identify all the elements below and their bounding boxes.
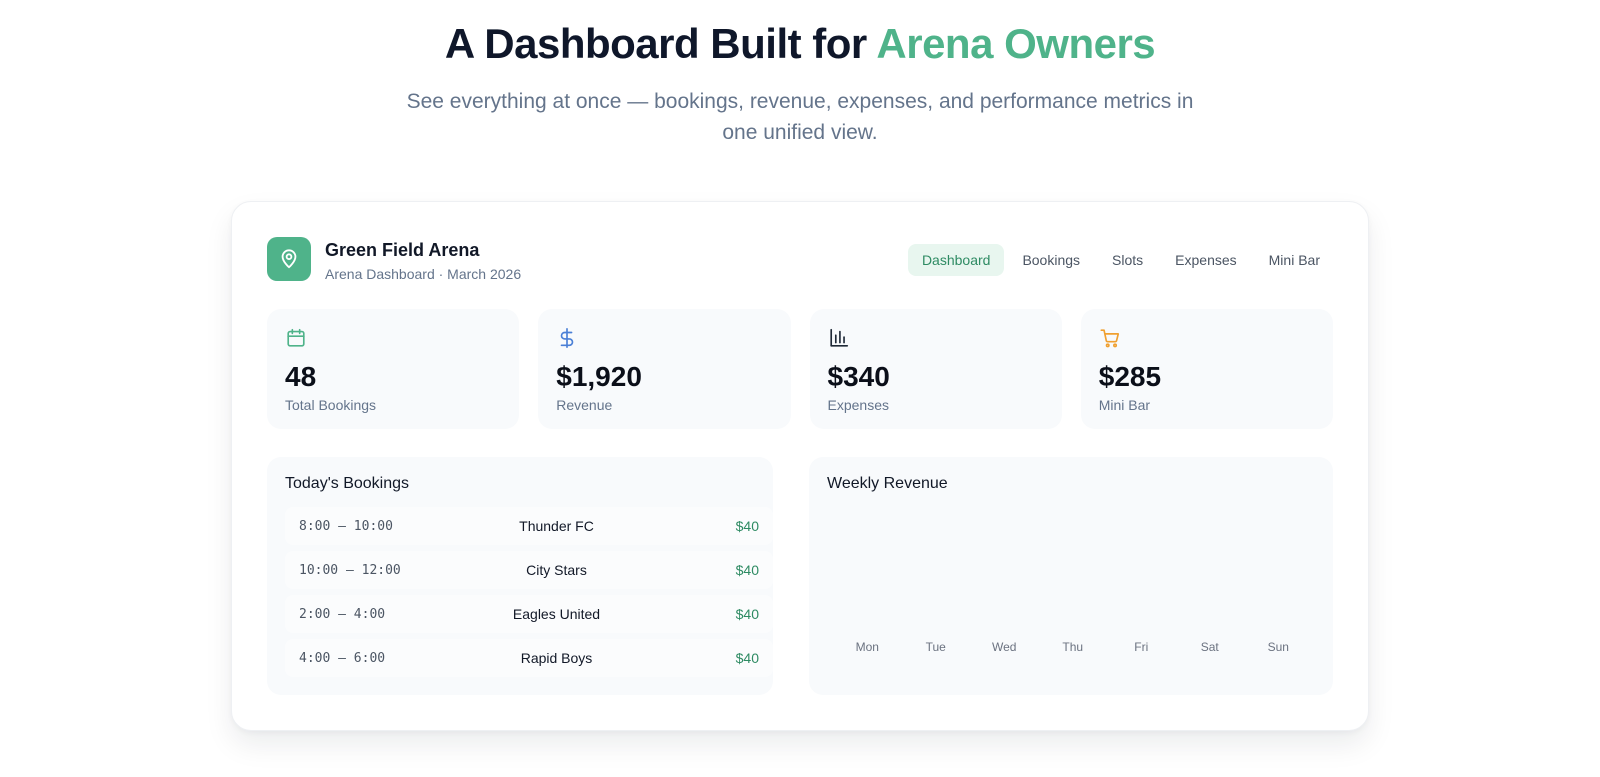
booking-team: Rapid Boys bbox=[520, 650, 593, 666]
hero-title: A Dashboard Built for Arena Owners bbox=[0, 20, 1600, 68]
arena-name: Green Field Arena bbox=[325, 240, 480, 260]
booking-price: $40 bbox=[735, 606, 759, 622]
booking-team: City Stars bbox=[526, 562, 587, 578]
weekly-revenue-chart bbox=[827, 507, 1315, 657]
x-tick-label: Sat bbox=[1200, 640, 1219, 654]
booking-price: $40 bbox=[735, 650, 759, 666]
todays-bookings-panel: Today's Bookings 8:00 – 10:00 Thunder FC… bbox=[267, 457, 773, 695]
map-pin-icon bbox=[281, 249, 297, 269]
booking-team: Eagles United bbox=[512, 606, 601, 622]
stat-label: Mini Bar bbox=[1098, 397, 1151, 413]
stat-card-bookings: 48 Total Bookings bbox=[267, 309, 520, 429]
stat-label: Total Bookings bbox=[285, 397, 377, 413]
tab-dashboard[interactable]: Dashboard bbox=[907, 244, 1005, 276]
arena-subtitle: Arena Dashboard · March 2026 bbox=[325, 266, 522, 282]
booking-row[interactable]: 2:00 – 4:00 Eagles United $40 bbox=[285, 595, 773, 633]
x-tick-label: Tue bbox=[925, 640, 946, 654]
bar-chart-icon bbox=[829, 328, 848, 347]
stats-row: 48 Total Bookings $1,920 Revenue $340 Ex… bbox=[267, 309, 1333, 429]
booking-team: Thunder FC bbox=[519, 518, 594, 534]
stat-card-mini-bar: $285 Mini Bar bbox=[1080, 309, 1333, 429]
x-tick-label: Fri bbox=[1134, 640, 1149, 654]
booking-time: 2:00 – 4:00 bbox=[299, 606, 386, 622]
booking-row[interactable]: 4:00 – 6:00 Rapid Boys $40 bbox=[285, 639, 773, 677]
chart-x-axis: Mon Tue Wed Thu Fri Sat Sun bbox=[833, 640, 1313, 654]
booking-time: 8:00 – 10:00 bbox=[299, 518, 393, 534]
hero-title-accent: Arena Owners bbox=[876, 20, 1156, 67]
panel-title: Today's Bookings bbox=[285, 475, 410, 492]
calendar-icon bbox=[287, 328, 305, 347]
stat-value: $340 bbox=[827, 361, 890, 392]
tab-mini-bar[interactable]: Mini Bar bbox=[1255, 244, 1334, 276]
dashboard-nav: Dashboard Bookings Slots Expenses Mini B… bbox=[907, 244, 1334, 276]
weekly-revenue-panel: Weekly Revenue Mon Tue Wed Thu Fri Sat S… bbox=[809, 457, 1333, 695]
tab-bookings[interactable]: Bookings bbox=[1008, 244, 1094, 276]
tab-expenses[interactable]: Expenses bbox=[1161, 244, 1250, 276]
booking-time: 10:00 – 12:00 bbox=[299, 562, 401, 578]
stat-label: Expenses bbox=[827, 397, 889, 413]
hero-subtitle: See everything at once — bookings, reven… bbox=[406, 90, 1194, 144]
x-tick-label: Thu bbox=[1062, 640, 1084, 654]
booking-row[interactable]: 8:00 – 10:00 Thunder FC $40 bbox=[285, 507, 773, 545]
cart-icon bbox=[1100, 329, 1119, 348]
brand-logo bbox=[267, 237, 311, 281]
x-tick-label: Sun bbox=[1267, 640, 1289, 654]
stat-value: 48 bbox=[285, 361, 317, 392]
stat-card-revenue: $1,920 Revenue bbox=[538, 309, 791, 429]
stat-card-expenses: $340 Expenses bbox=[809, 309, 1062, 429]
dollar-icon bbox=[560, 328, 574, 348]
booking-price: $40 bbox=[735, 562, 759, 578]
booking-time: 4:00 – 6:00 bbox=[299, 650, 386, 666]
booking-row[interactable]: 10:00 – 12:00 City Stars $40 bbox=[285, 551, 773, 589]
booking-list: 8:00 – 10:00 Thunder FC $40 10:00 – 12:0… bbox=[285, 507, 773, 683]
stat-label: Revenue bbox=[556, 397, 613, 413]
stat-value: $1,920 bbox=[556, 361, 642, 392]
stat-value: $285 bbox=[1098, 361, 1162, 392]
booking-price: $40 bbox=[735, 518, 759, 534]
panel-title: Weekly Revenue bbox=[827, 475, 948, 492]
x-tick-label: Wed bbox=[992, 640, 1017, 654]
tab-slots[interactable]: Slots bbox=[1098, 244, 1157, 276]
x-tick-label: Mon bbox=[855, 640, 879, 654]
dashboard-card: Green Field Arena Arena Dashboard · Marc… bbox=[231, 201, 1369, 731]
hero-title-prefix: A Dashboard Built for bbox=[444, 20, 877, 67]
